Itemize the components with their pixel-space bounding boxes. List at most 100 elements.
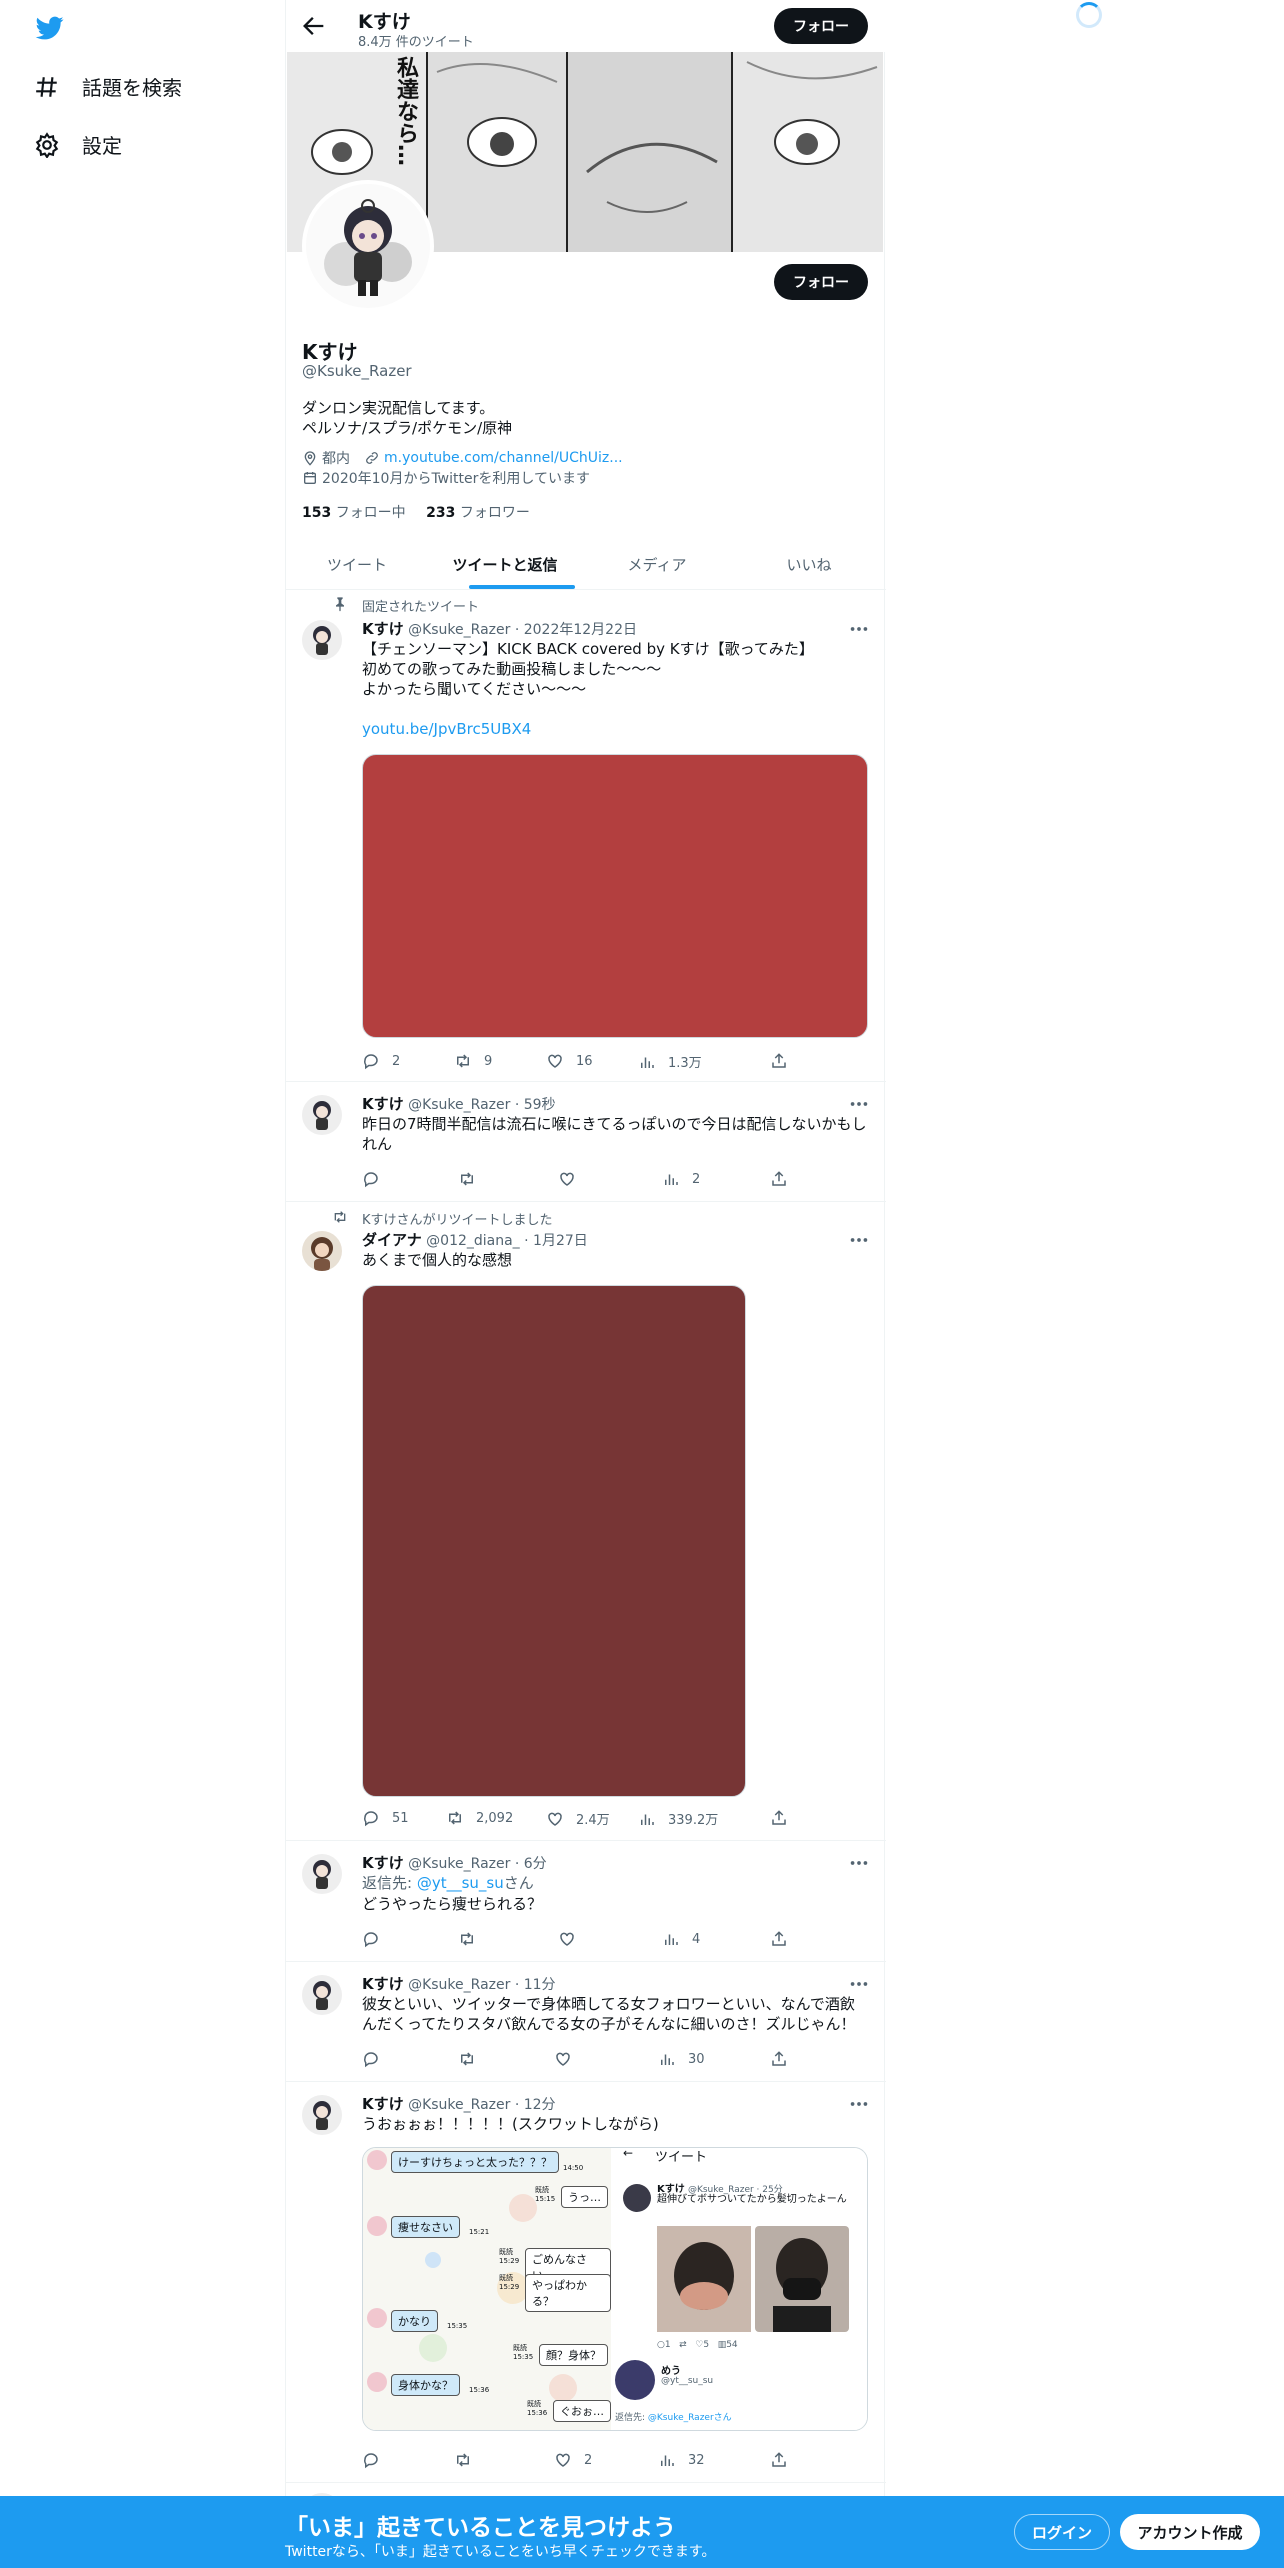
share-button[interactable] — [770, 1930, 800, 1948]
profile-url-link[interactable]: m.youtube.com/channel/UChUiz... — [384, 450, 623, 466]
views-button[interactable]: 339.2万 — [638, 1809, 718, 1828]
share-button[interactable] — [770, 1170, 800, 1188]
chat-bubble-left: けーすけちょっと太った？？？ — [391, 2151, 559, 2173]
chat-bubble-right: うっ… — [561, 2186, 608, 2208]
tweet-avatar[interactable] — [302, 620, 342, 660]
more-options-icon[interactable] — [848, 1231, 870, 1249]
back-arrow-icon[interactable] — [300, 12, 328, 40]
share-button[interactable] — [770, 1052, 800, 1070]
more-options-icon[interactable] — [848, 1975, 870, 1993]
reply-button[interactable] — [362, 2050, 392, 2068]
tweet[interactable]: Kすけ @Ksuke_Razer · 11分 彼女といい、ツイッターで身体晒して… — [286, 1963, 886, 2082]
tweet-avatar[interactable] — [302, 1231, 342, 1271]
like-button[interactable] — [554, 2050, 584, 2068]
tweet-pinned[interactable]: 固定されたツイート Kすけ @Ksuke_Razer · 2022年12月22日… — [286, 590, 886, 1082]
views-button[interactable]: 32 — [658, 2451, 705, 2469]
tweet-author-name[interactable]: Kすけ — [362, 1975, 404, 1993]
reply-button[interactable] — [362, 1170, 392, 1188]
tweet-media-screenshots[interactable]: けーすけちょっと太った？？？ 14:50 痩せなさい 15:21 かなり 15:… — [362, 2147, 868, 2431]
views-button[interactable]: 2 — [662, 1170, 700, 1188]
tweet-time[interactable]: · 1月27日 — [524, 1233, 588, 1249]
like-button[interactable]: 16 — [546, 1052, 593, 1070]
tweet-time[interactable]: · 2022年12月22日 — [515, 622, 637, 638]
tab-media[interactable]: メディア — [582, 538, 732, 590]
share-icon — [772, 1810, 786, 1825]
retweet-button[interactable] — [458, 1170, 488, 1188]
more-options-icon[interactable] — [848, 1854, 870, 1872]
share-button[interactable] — [770, 1809, 800, 1827]
tweet-media-video[interactable] — [362, 754, 868, 1038]
tweet-reply[interactable]: Kすけ @Ksuke_Razer · 6分 返信先: @yt__su_suさん … — [286, 1842, 886, 1962]
header-follow-button[interactable]: フォロー — [774, 8, 868, 44]
login-button[interactable]: ログイン — [1014, 2514, 1110, 2550]
tweet-author-handle[interactable]: @Ksuke_Razer — [408, 1097, 510, 1113]
more-options-icon[interactable] — [848, 1095, 870, 1113]
retweet-button[interactable] — [458, 2050, 488, 2068]
tab-tweets-and-replies[interactable]: ツイートと返信 — [428, 538, 582, 590]
share-button[interactable] — [770, 2050, 800, 2068]
reply-icon — [364, 1932, 378, 1948]
reply-button[interactable]: 51 — [362, 1809, 409, 1827]
tweet-text: 昨日の7時間半配信は流石に喉にきてるっぽいので今日は配信しないかもし れん — [362, 1115, 867, 1153]
tweet-header: Kすけ @Ksuke_Razer · 6分 — [362, 1852, 547, 1873]
tweet-author-handle[interactable]: @012_diana_ — [426, 1233, 520, 1249]
more-options-icon[interactable] — [848, 620, 870, 638]
tweet-retweeted[interactable]: Kすけさんがリツイートしました ダイアナ @012_diana_ · 1月27日… — [286, 1203, 886, 1841]
profile-avatar[interactable] — [302, 180, 434, 312]
tweet-avatar[interactable] — [302, 1095, 342, 1135]
nav-explore[interactable]: 話題を検索 — [34, 72, 182, 101]
like-button[interactable] — [558, 1170, 588, 1188]
tweet-author-name[interactable]: Kすけ — [362, 1854, 404, 1872]
retweet-button[interactable] — [454, 2451, 484, 2469]
tweet-avatar[interactable] — [302, 2095, 342, 2135]
reply-button[interactable] — [362, 1930, 392, 1948]
tweet-avatar[interactable] — [302, 1854, 342, 1894]
views-button[interactable]: 30 — [658, 2050, 705, 2068]
signup-button[interactable]: アカウント作成 — [1120, 2514, 1260, 2550]
tab-likes[interactable]: いいね — [732, 538, 886, 590]
retweet-button[interactable]: 2,092 — [446, 1809, 513, 1827]
signup-banner: 「いま」起きていることを見つけよう Twitterなら、「いま」起きていることを… — [0, 2496, 1284, 2568]
nav-settings[interactable]: 設定 — [34, 130, 122, 159]
tweet[interactable]: Kすけ @Ksuke_Razer · 12分 うおぉぉぉ！！！！！(スクワットし… — [286, 2083, 886, 2483]
chat-bubble-left: かなり — [391, 2310, 438, 2332]
tweet-avatar[interactable] — [302, 1975, 342, 2015]
like-button[interactable]: 2 — [554, 2451, 592, 2469]
tweet[interactable]: Kすけ @Ksuke_Razer · 59秒 昨日の7時間半配信は流石に喉にきて… — [286, 1083, 886, 1202]
like-button[interactable]: 2.4万 — [546, 1809, 610, 1828]
reply-count: 51 — [392, 1810, 409, 1826]
tweet-link[interactable]: youtu.be/JpvBrc5UBX4 — [362, 719, 872, 739]
profile-follow-button[interactable]: フォロー — [774, 264, 868, 300]
more-options-icon[interactable] — [848, 2095, 870, 2113]
tweet-author-handle[interactable]: @Ksuke_Razer — [408, 1977, 510, 1993]
share-button[interactable] — [770, 2451, 800, 2469]
tweet-author-handle[interactable]: @Ksuke_Razer — [408, 2097, 510, 2113]
tweet-time[interactable]: · 12分 — [515, 2097, 556, 2113]
tweet-time[interactable]: · 59秒 — [515, 1097, 556, 1113]
tweet-author-name[interactable]: Kすけ — [362, 620, 404, 638]
twitter-logo-icon[interactable] — [34, 14, 66, 42]
share-icon — [772, 1171, 786, 1186]
tab-tweets[interactable]: ツイート — [286, 538, 428, 590]
reply-to-handle[interactable]: @yt__su_su — [417, 1874, 504, 1892]
tweet-author-handle[interactable]: @Ksuke_Razer — [408, 622, 510, 638]
views-button[interactable]: 1.3万 — [638, 1052, 702, 1071]
chat-time: 15:29 — [499, 2257, 520, 2265]
tweet-time[interactable]: · 6分 — [515, 1856, 547, 1872]
following-link[interactable]: 153 フォロー中 — [302, 505, 406, 521]
like-button[interactable] — [558, 1930, 588, 1948]
tweet-time[interactable]: · 11分 — [515, 1977, 556, 1993]
tweet-author-name[interactable]: Kすけ — [362, 1095, 404, 1113]
reply-button[interactable]: 2 — [362, 1052, 400, 1070]
tweet-author-name[interactable]: Kすけ — [362, 2095, 404, 2113]
views-button[interactable]: 4 — [662, 1930, 700, 1948]
chat-screenshot: けーすけちょっと太った？？？ 14:50 痩せなさい 15:21 かなり 15:… — [363, 2148, 611, 2430]
tweet-author-name[interactable]: ダイアナ — [362, 1231, 422, 1249]
followers-link[interactable]: 233 フォロワー — [426, 505, 530, 521]
tweet-author-handle[interactable]: @Ksuke_Razer — [408, 1856, 510, 1872]
retweet-button[interactable]: 9 — [454, 1052, 492, 1070]
tweet-media-image[interactable] — [362, 1285, 746, 1797]
reply-button[interactable] — [362, 2451, 392, 2469]
retweet-button[interactable] — [458, 1930, 488, 1948]
retweeted-by-label[interactable]: Kすけさんがリツイートしました — [362, 1209, 553, 1228]
